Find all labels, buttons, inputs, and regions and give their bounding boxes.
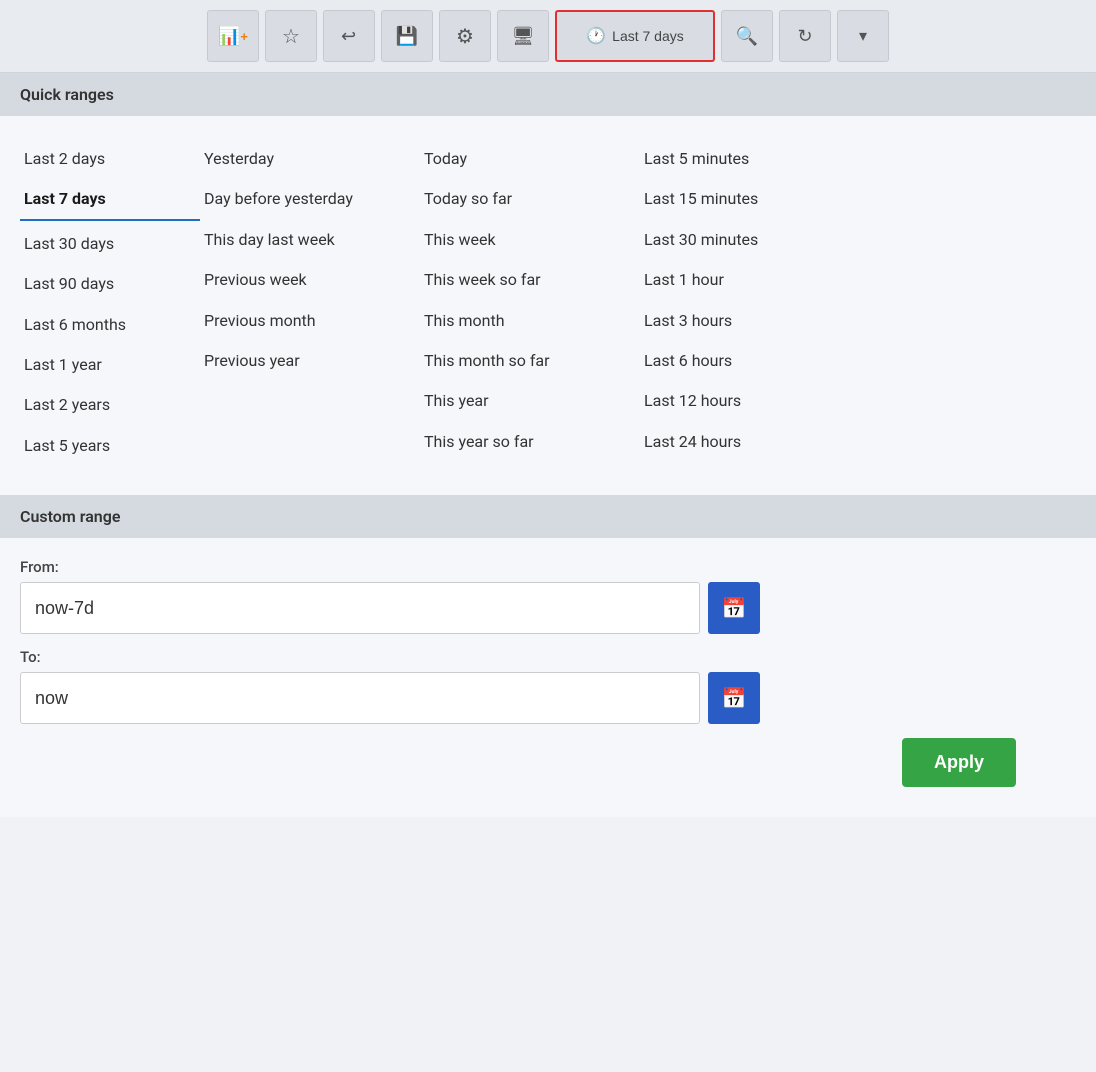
custom-range-title: Custom range xyxy=(20,507,120,526)
list-item[interactable]: Last 3 hours xyxy=(640,302,840,340)
calendar-icon: 📅 xyxy=(722,686,747,711)
to-calendar-button[interactable]: 📅 xyxy=(708,672,760,724)
to-input[interactable] xyxy=(20,672,700,724)
calendar-icon: 📅 xyxy=(722,596,747,621)
zoom-button[interactable]: 🔍 xyxy=(721,10,773,62)
list-item[interactable]: This year so far xyxy=(420,423,640,461)
share-icon: ↪ xyxy=(341,26,356,47)
quick-ranges-title: Quick ranges xyxy=(20,85,114,104)
apply-row: Apply xyxy=(20,738,1076,787)
display-button[interactable]: 🖥 xyxy=(497,10,549,62)
gear-icon: ⚙ xyxy=(456,24,474,49)
list-item[interactable]: This week xyxy=(420,221,640,259)
main-content: Quick ranges Last 2 days Last 7 days Las… xyxy=(0,73,1096,817)
from-input[interactable] xyxy=(20,582,700,634)
from-field-row: 📅 xyxy=(20,582,1076,634)
range-col-1: Last 2 days Last 7 days Last 30 days Las… xyxy=(20,140,200,465)
plus-icon: + xyxy=(240,29,248,44)
star-button[interactable]: ☆ xyxy=(265,10,317,62)
list-item[interactable]: Last 12 hours xyxy=(640,382,840,420)
settings-button[interactable]: ⚙ xyxy=(439,10,491,62)
list-item[interactable]: Today xyxy=(420,140,640,178)
list-item[interactable]: Last 90 days xyxy=(20,265,200,303)
star-icon: ☆ xyxy=(282,24,300,49)
apply-button[interactable]: Apply xyxy=(902,738,1016,787)
list-item[interactable]: Last 7 days xyxy=(20,180,200,220)
to-field-row: 📅 xyxy=(20,672,1076,724)
time-picker-label: Last 7 days xyxy=(612,28,684,44)
to-label: To: xyxy=(20,648,1076,666)
list-item[interactable]: Last 5 years xyxy=(20,427,200,465)
toolbar: 📊+ ☆ ↪ 💾 ⚙ 🖥 🕐 Last 7 days 🔍 ↻ ▾ xyxy=(0,0,1096,73)
refresh-button[interactable]: ↻ xyxy=(779,10,831,62)
list-item[interactable]: Last 6 hours xyxy=(640,342,840,380)
time-picker-button[interactable]: 🕐 Last 7 days xyxy=(555,10,715,62)
list-item[interactable]: Previous year xyxy=(200,342,420,380)
quick-ranges-body: Last 2 days Last 7 days Last 30 days Las… xyxy=(0,116,1096,495)
list-item[interactable]: Previous week xyxy=(200,261,420,299)
list-item[interactable]: Last 15 minutes xyxy=(640,180,840,218)
list-item[interactable]: Last 2 days xyxy=(20,140,200,178)
custom-range-body: From: 📅 To: 📅 Apply xyxy=(0,538,1096,817)
chevron-down-icon: ▾ xyxy=(859,26,867,46)
list-item[interactable]: Last 24 hours xyxy=(640,423,840,461)
list-item[interactable]: Today so far xyxy=(420,180,640,218)
share-button[interactable]: ↪ xyxy=(323,10,375,62)
save-button[interactable]: 💾 xyxy=(381,10,433,62)
list-item[interactable]: Previous month xyxy=(200,302,420,340)
list-item[interactable]: This month so far xyxy=(420,342,640,380)
range-col-2: Yesterday Day before yesterday This day … xyxy=(200,140,420,465)
list-item[interactable]: Last 1 hour xyxy=(640,261,840,299)
list-item[interactable]: This month xyxy=(420,302,640,340)
from-label: From: xyxy=(20,558,1076,576)
clock-icon: 🕐 xyxy=(586,26,606,46)
list-item[interactable]: Yesterday xyxy=(200,140,420,178)
list-item[interactable]: This day last week xyxy=(200,221,420,259)
dropdown-button[interactable]: ▾ xyxy=(837,10,889,62)
custom-range-header: Custom range xyxy=(0,495,1096,538)
range-col-3: Today Today so far This week This week s… xyxy=(420,140,640,465)
add-panel-button[interactable]: 📊+ xyxy=(207,10,259,62)
save-icon: 💾 xyxy=(396,26,418,47)
chart-icon: 📊 xyxy=(218,26,240,47)
list-item[interactable]: This year xyxy=(420,382,640,420)
list-item[interactable]: Last 2 years xyxy=(20,386,200,424)
list-item[interactable]: Last 1 year xyxy=(20,346,200,384)
from-calendar-button[interactable]: 📅 xyxy=(708,582,760,634)
list-item[interactable]: Last 30 days xyxy=(20,225,200,263)
ranges-grid: Last 2 days Last 7 days Last 30 days Las… xyxy=(20,140,1076,465)
monitor-icon: 🖥 xyxy=(512,26,535,47)
list-item[interactable]: Last 5 minutes xyxy=(640,140,840,178)
list-item[interactable]: Last 6 months xyxy=(20,306,200,344)
range-col-4: Last 5 minutes Last 15 minutes Last 30 m… xyxy=(640,140,840,465)
zoom-icon: 🔍 xyxy=(736,26,758,47)
list-item[interactable]: Last 30 minutes xyxy=(640,221,840,259)
list-item[interactable]: This week so far xyxy=(420,261,640,299)
refresh-icon: ↻ xyxy=(797,26,812,47)
quick-ranges-header: Quick ranges xyxy=(0,73,1096,116)
list-item[interactable]: Day before yesterday xyxy=(200,180,420,218)
